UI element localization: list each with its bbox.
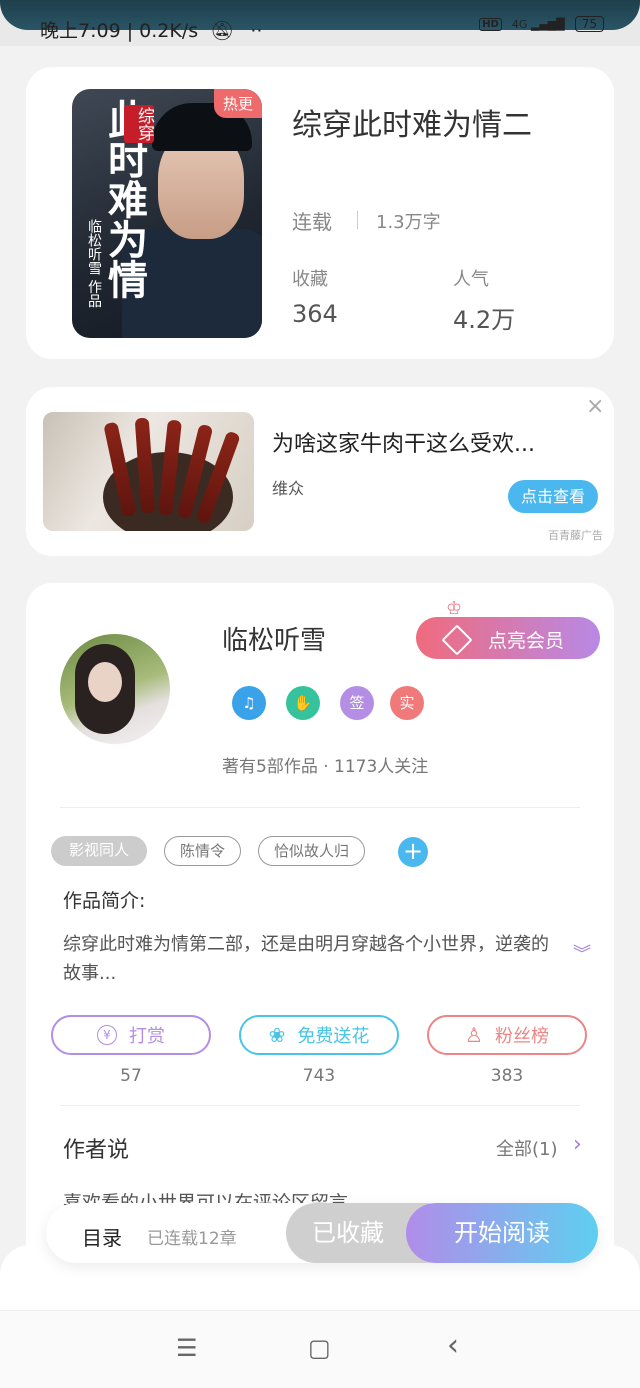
more-dots: ·· — [250, 20, 263, 42]
ad-title[interactable]: 为啥这家牛肉干这么受欢... — [272, 426, 535, 458]
ad-image[interactable] — [43, 412, 254, 531]
avatar[interactable] — [60, 634, 170, 744]
back-icon[interactable]: ‹ — [447, 1328, 459, 1363]
chevron-right-icon[interactable]: › — [573, 1132, 582, 1157]
diamond-icon — [441, 624, 473, 656]
ad-advertiser: 维众 — [272, 479, 305, 498]
menu-icon[interactable]: ☰ — [176, 1334, 198, 1362]
sign-badge-icon[interactable]: 签 — [340, 686, 374, 720]
verified-badge-icon[interactable]: 实 — [390, 686, 424, 720]
tag-chip[interactable]: 影视同人 — [51, 836, 147, 866]
flower-icon: ❀ — [268, 1023, 286, 1047]
tag-chip[interactable]: 恰似故人归 — [258, 836, 365, 866]
toc-button[interactable]: 目录 — [82, 1222, 122, 1251]
intro-text: 综穿此时难为情第二部，还是由明月穿越各个小世界，逆袭的故事... — [63, 934, 549, 984]
ad-cta-button[interactable]: 点击查看 — [508, 480, 598, 513]
author-says-all[interactable]: 全部(1) — [496, 1135, 558, 1161]
avatar-face — [88, 662, 122, 702]
hot-badge: 热更 — [213, 89, 262, 118]
author-says-title: 作者说 — [63, 1138, 130, 1163]
tip-button[interactable]: ¥ 打赏 — [51, 1015, 211, 1055]
book-status: 连载 — [292, 210, 332, 234]
fan-rank-button[interactable]: ♙ 粉丝榜 — [427, 1015, 587, 1055]
cover-author: 临松听雪 作品 — [86, 219, 102, 308]
bell-off-icon: 🔕︎ — [210, 20, 235, 42]
favorites-label: 收藏 — [292, 269, 328, 290]
popularity-count: 4.2万 — [453, 306, 516, 334]
vip-button[interactable]: 点亮会员 — [416, 617, 600, 659]
status-icons: HD 4G ▂▄▆█ 75 — [479, 16, 604, 32]
signal-icon: 4G ▂▄▆█ — [511, 17, 565, 31]
divider — [60, 807, 580, 808]
popularity-label: 人气 — [453, 269, 489, 290]
start-reading-button[interactable]: 开始阅读 — [406, 1203, 598, 1263]
fan-rank-count: 383 — [490, 1066, 524, 1086]
user-icon: ♙ — [465, 1023, 483, 1047]
tip-label: 打赏 — [129, 1026, 165, 1047]
flower-count: 743 — [302, 1066, 336, 1086]
chevron-down-icon[interactable]: ︾ — [573, 940, 591, 966]
add-tag-button[interactable]: + — [398, 837, 428, 867]
favorites-count: 364 — [292, 300, 338, 328]
status-separator — [357, 211, 358, 229]
fan-rank-label: 粉丝榜 — [494, 1026, 549, 1047]
handshake-badge-icon[interactable]: ✋ — [286, 686, 320, 720]
send-flower-label: 免费送花 — [297, 1026, 370, 1047]
divider — [60, 1105, 580, 1106]
chapter-count: 已连载12章 — [147, 1229, 237, 1249]
book-cover[interactable]: 此时难为情 综穿 临松听雪 作品 热更 — [72, 89, 262, 338]
hd-icon: HD — [479, 17, 502, 31]
ad-network-label: 百青藤广告 — [548, 529, 603, 542]
close-icon[interactable]: × — [586, 394, 604, 419]
book-title: 综穿此时难为情二 — [292, 108, 532, 143]
yen-icon: ¥ — [97, 1025, 117, 1045]
book-word-count: 1.3万字 — [376, 212, 441, 233]
send-flower-button[interactable]: ❀ 免费送花 — [239, 1015, 399, 1055]
tag-chip[interactable]: 陈情令 — [164, 836, 241, 866]
vip-button-label: 点亮会员 — [488, 630, 565, 652]
music-note-badge-icon[interactable]: ♫ — [232, 686, 266, 720]
author-meta: 著有5部作品 · 1173人关注 — [222, 757, 429, 777]
intro-label: 作品简介: — [63, 890, 146, 912]
cover-tag: 综穿 — [124, 105, 154, 143]
crown-icon: ♔ — [446, 598, 463, 619]
battery-icon: 75 — [574, 16, 604, 32]
tip-count: 57 — [120, 1066, 142, 1086]
author-name[interactable]: 临松听雪 — [222, 620, 326, 657]
home-icon[interactable]: ▢ — [308, 1334, 331, 1362]
status-time-speed: 晚上7:09 | 0.2K/s 🔕︎ ·· — [40, 20, 263, 42]
